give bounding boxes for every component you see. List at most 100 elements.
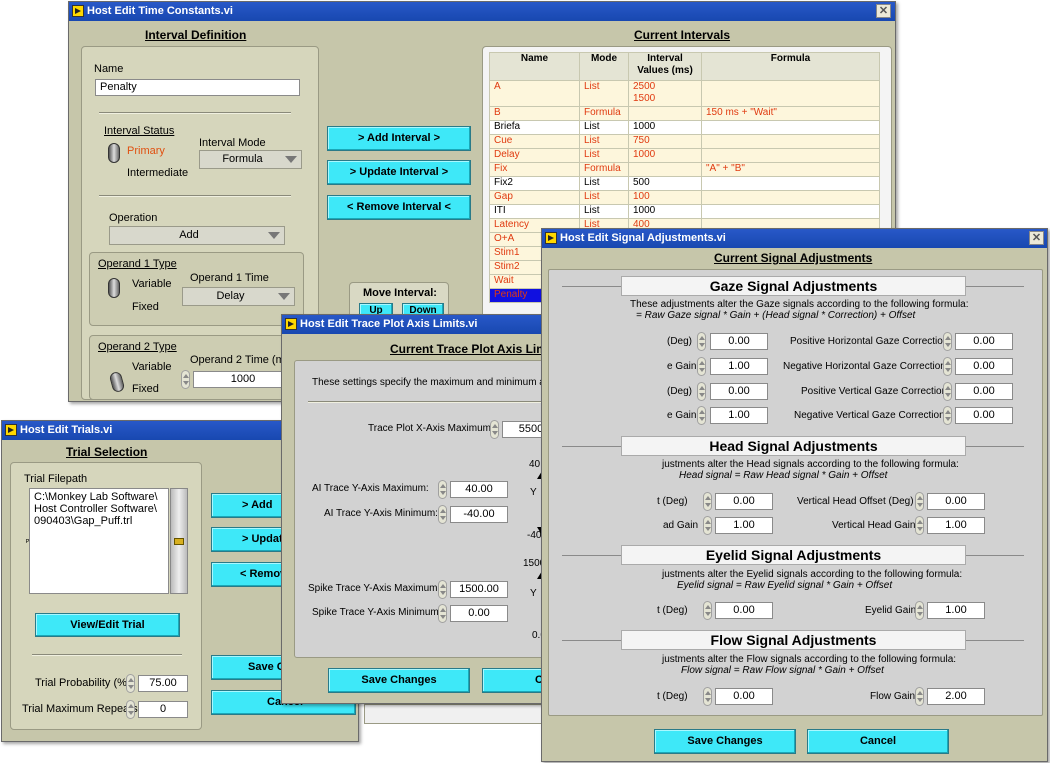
- vertical-head-gain-stepper[interactable]: [915, 516, 924, 535]
- neg-h-gaze-corr-field[interactable]: 0.00: [955, 358, 1013, 375]
- operation-select[interactable]: Add: [109, 226, 285, 245]
- spike-max-field[interactable]: 1500.00: [450, 581, 508, 598]
- operand-2-time-field[interactable]: 1000: [193, 371, 293, 388]
- gaze-v-gain-field[interactable]: 1.00: [710, 407, 768, 424]
- head-h-offset-stepper[interactable]: [703, 492, 712, 511]
- flow-offset-stepper[interactable]: [703, 687, 712, 706]
- trace-limits-heading: Current Trace Plot Axis Limits: [390, 342, 561, 356]
- cell-formula: [701, 204, 880, 219]
- labview-icon: [545, 232, 557, 244]
- gaze-h-gain-stepper[interactable]: [697, 357, 706, 376]
- labview-icon: [5, 424, 17, 436]
- close-button[interactable]: ✕: [876, 4, 891, 18]
- col-mode-header[interactable]: Mode: [579, 52, 629, 81]
- x-max-stepper[interactable]: [490, 420, 499, 439]
- table-row[interactable]: ITI List 1000: [489, 204, 880, 219]
- title-bar[interactable]: Host Edit Time Constants.vi: [69, 2, 895, 21]
- pos-v-gaze-corr-stepper[interactable]: [943, 382, 952, 401]
- gaze-h-offset-field[interactable]: 0.00: [710, 333, 768, 350]
- add-interval-button[interactable]: > Add Interval >: [327, 126, 471, 151]
- gaze-h-gain-field[interactable]: 1.00: [710, 358, 768, 375]
- flow-offset-field[interactable]: 0.00: [715, 688, 773, 705]
- flow-gain-stepper[interactable]: [915, 687, 924, 706]
- eyelid-gain-stepper[interactable]: [915, 601, 924, 620]
- neg-v-gaze-corr-field[interactable]: 0.00: [955, 407, 1013, 424]
- col-formula-header[interactable]: Formula: [701, 52, 880, 81]
- update-interval-button[interactable]: > Update Interval >: [327, 160, 471, 185]
- spike-max-stepper[interactable]: [438, 580, 447, 599]
- flow-gain-field[interactable]: 2.00: [927, 688, 985, 705]
- interval-status-toggle[interactable]: [108, 143, 120, 163]
- view-edit-trial-button[interactable]: View/Edit Trial: [35, 613, 180, 637]
- head-h-gain-stepper[interactable]: [703, 516, 712, 535]
- signal-cancel-button[interactable]: Cancel: [807, 729, 949, 754]
- trial-probability-field[interactable]: 75.00: [138, 675, 188, 692]
- pos-v-gaze-corr-field[interactable]: 0.00: [955, 383, 1013, 400]
- trial-max-repeats-field[interactable]: 0: [138, 701, 188, 718]
- neg-v-gaze-corr-stepper[interactable]: [943, 406, 952, 425]
- table-row[interactable]: Fix Formula "A" + "B": [489, 162, 880, 177]
- table-row[interactable]: Fix2 List 500: [489, 176, 880, 191]
- trial-max-repeats-stepper[interactable]: [126, 700, 135, 719]
- hidden-list-edge: [364, 704, 549, 724]
- gaze-v-gain-stepper[interactable]: [697, 406, 706, 425]
- eyelid-offset-field[interactable]: 0.00: [715, 602, 773, 619]
- table-row[interactable]: Briefa List 1000: [489, 120, 880, 135]
- cell-mode: List: [579, 120, 629, 135]
- folder-icon[interactable]: [174, 538, 184, 545]
- name-field[interactable]: Penalty: [95, 79, 300, 96]
- ai-min-stepper[interactable]: [438, 505, 447, 524]
- operand-1-type-label: Operand 1 Type: [98, 258, 177, 270]
- spike-min-stepper[interactable]: [438, 604, 447, 623]
- vertical-head-offset-label: Vertical Head Offset (Deg): [797, 496, 914, 507]
- table-row[interactable]: A List 2500 1500: [489, 80, 880, 107]
- trial-filepath-field[interactable]: C:\Monkey Lab Software\ Host Controller …: [29, 488, 169, 594]
- title-bar[interactable]: Host Edit Signal Adjustments.vi: [542, 229, 1047, 248]
- cell-mode-text: List: [584, 135, 600, 147]
- ai-max-stepper[interactable]: [438, 480, 447, 499]
- window-title: Host Edit Time Constants.vi: [87, 5, 233, 17]
- col-name-header[interactable]: Name: [489, 52, 580, 81]
- vertical-head-gain-field[interactable]: 1.00: [927, 517, 985, 534]
- vertical-head-offset-stepper[interactable]: [915, 492, 924, 511]
- operand-1-type-toggle[interactable]: [108, 278, 120, 298]
- spike-min-field[interactable]: 0.00: [450, 605, 508, 622]
- operand-2-time-stepper[interactable]: [181, 370, 190, 389]
- cell-name-text: Wait: [494, 275, 514, 287]
- trial-probability-stepper[interactable]: [126, 674, 135, 693]
- interval-mode-select[interactable]: Formula: [199, 150, 302, 169]
- ai-min-field[interactable]: -40.00: [450, 506, 508, 523]
- table-row[interactable]: B Formula 150 ms + "Wait": [489, 106, 880, 121]
- pos-h-gaze-corr-stepper[interactable]: [943, 332, 952, 351]
- pos-v-gaze-corr-label: Positive Vertical Gaze Correction: [801, 386, 948, 397]
- head-h-gain-field[interactable]: 1.00: [715, 517, 773, 534]
- cell-name-text: ITI: [494, 205, 506, 217]
- eyelid-gain-field[interactable]: 1.00: [927, 602, 985, 619]
- cell-mode: Formula: [579, 106, 629, 121]
- gaze-h-offset-stepper[interactable]: [697, 332, 706, 351]
- col-values-header[interactable]: Interval Values (ms): [628, 52, 702, 81]
- table-row[interactable]: Gap List 100: [489, 190, 880, 205]
- operand-2-fixed-label: Fixed: [132, 383, 159, 395]
- window-title: Host Edit Trace Plot Axis Limits.vi: [300, 318, 478, 330]
- gaze-v-offset-stepper[interactable]: [697, 382, 706, 401]
- pos-h-gaze-corr-field[interactable]: 0.00: [955, 333, 1013, 350]
- operand-1-time-select[interactable]: Delay: [182, 287, 295, 306]
- trace-save-changes-button[interactable]: Save Changes: [328, 668, 470, 693]
- head-h-offset-field[interactable]: 0.00: [715, 493, 773, 510]
- remove-interval-button[interactable]: < Remove Interval <: [327, 195, 471, 220]
- x-max-label: Trace Plot X-Axis Maximum:: [368, 423, 494, 434]
- table-row[interactable]: Cue List 750: [489, 134, 880, 149]
- table-row[interactable]: Delay List 1000: [489, 148, 880, 163]
- close-button[interactable]: ✕: [1029, 231, 1044, 245]
- cell-formula-text: "A" + "B": [706, 163, 745, 175]
- gaze-v-offset-field[interactable]: 0.00: [710, 383, 768, 400]
- cell-mode: List: [579, 148, 629, 163]
- trial-probability-label: Trial Probability (%): [35, 677, 131, 689]
- eyelid-offset-stepper[interactable]: [703, 601, 712, 620]
- neg-h-gaze-corr-stepper[interactable]: [943, 357, 952, 376]
- vertical-head-offset-field[interactable]: 0.00: [927, 493, 985, 510]
- cell-name: Gap: [489, 190, 580, 205]
- signal-save-changes-button[interactable]: Save Changes: [654, 729, 796, 754]
- ai-max-field[interactable]: 40.00: [450, 481, 508, 498]
